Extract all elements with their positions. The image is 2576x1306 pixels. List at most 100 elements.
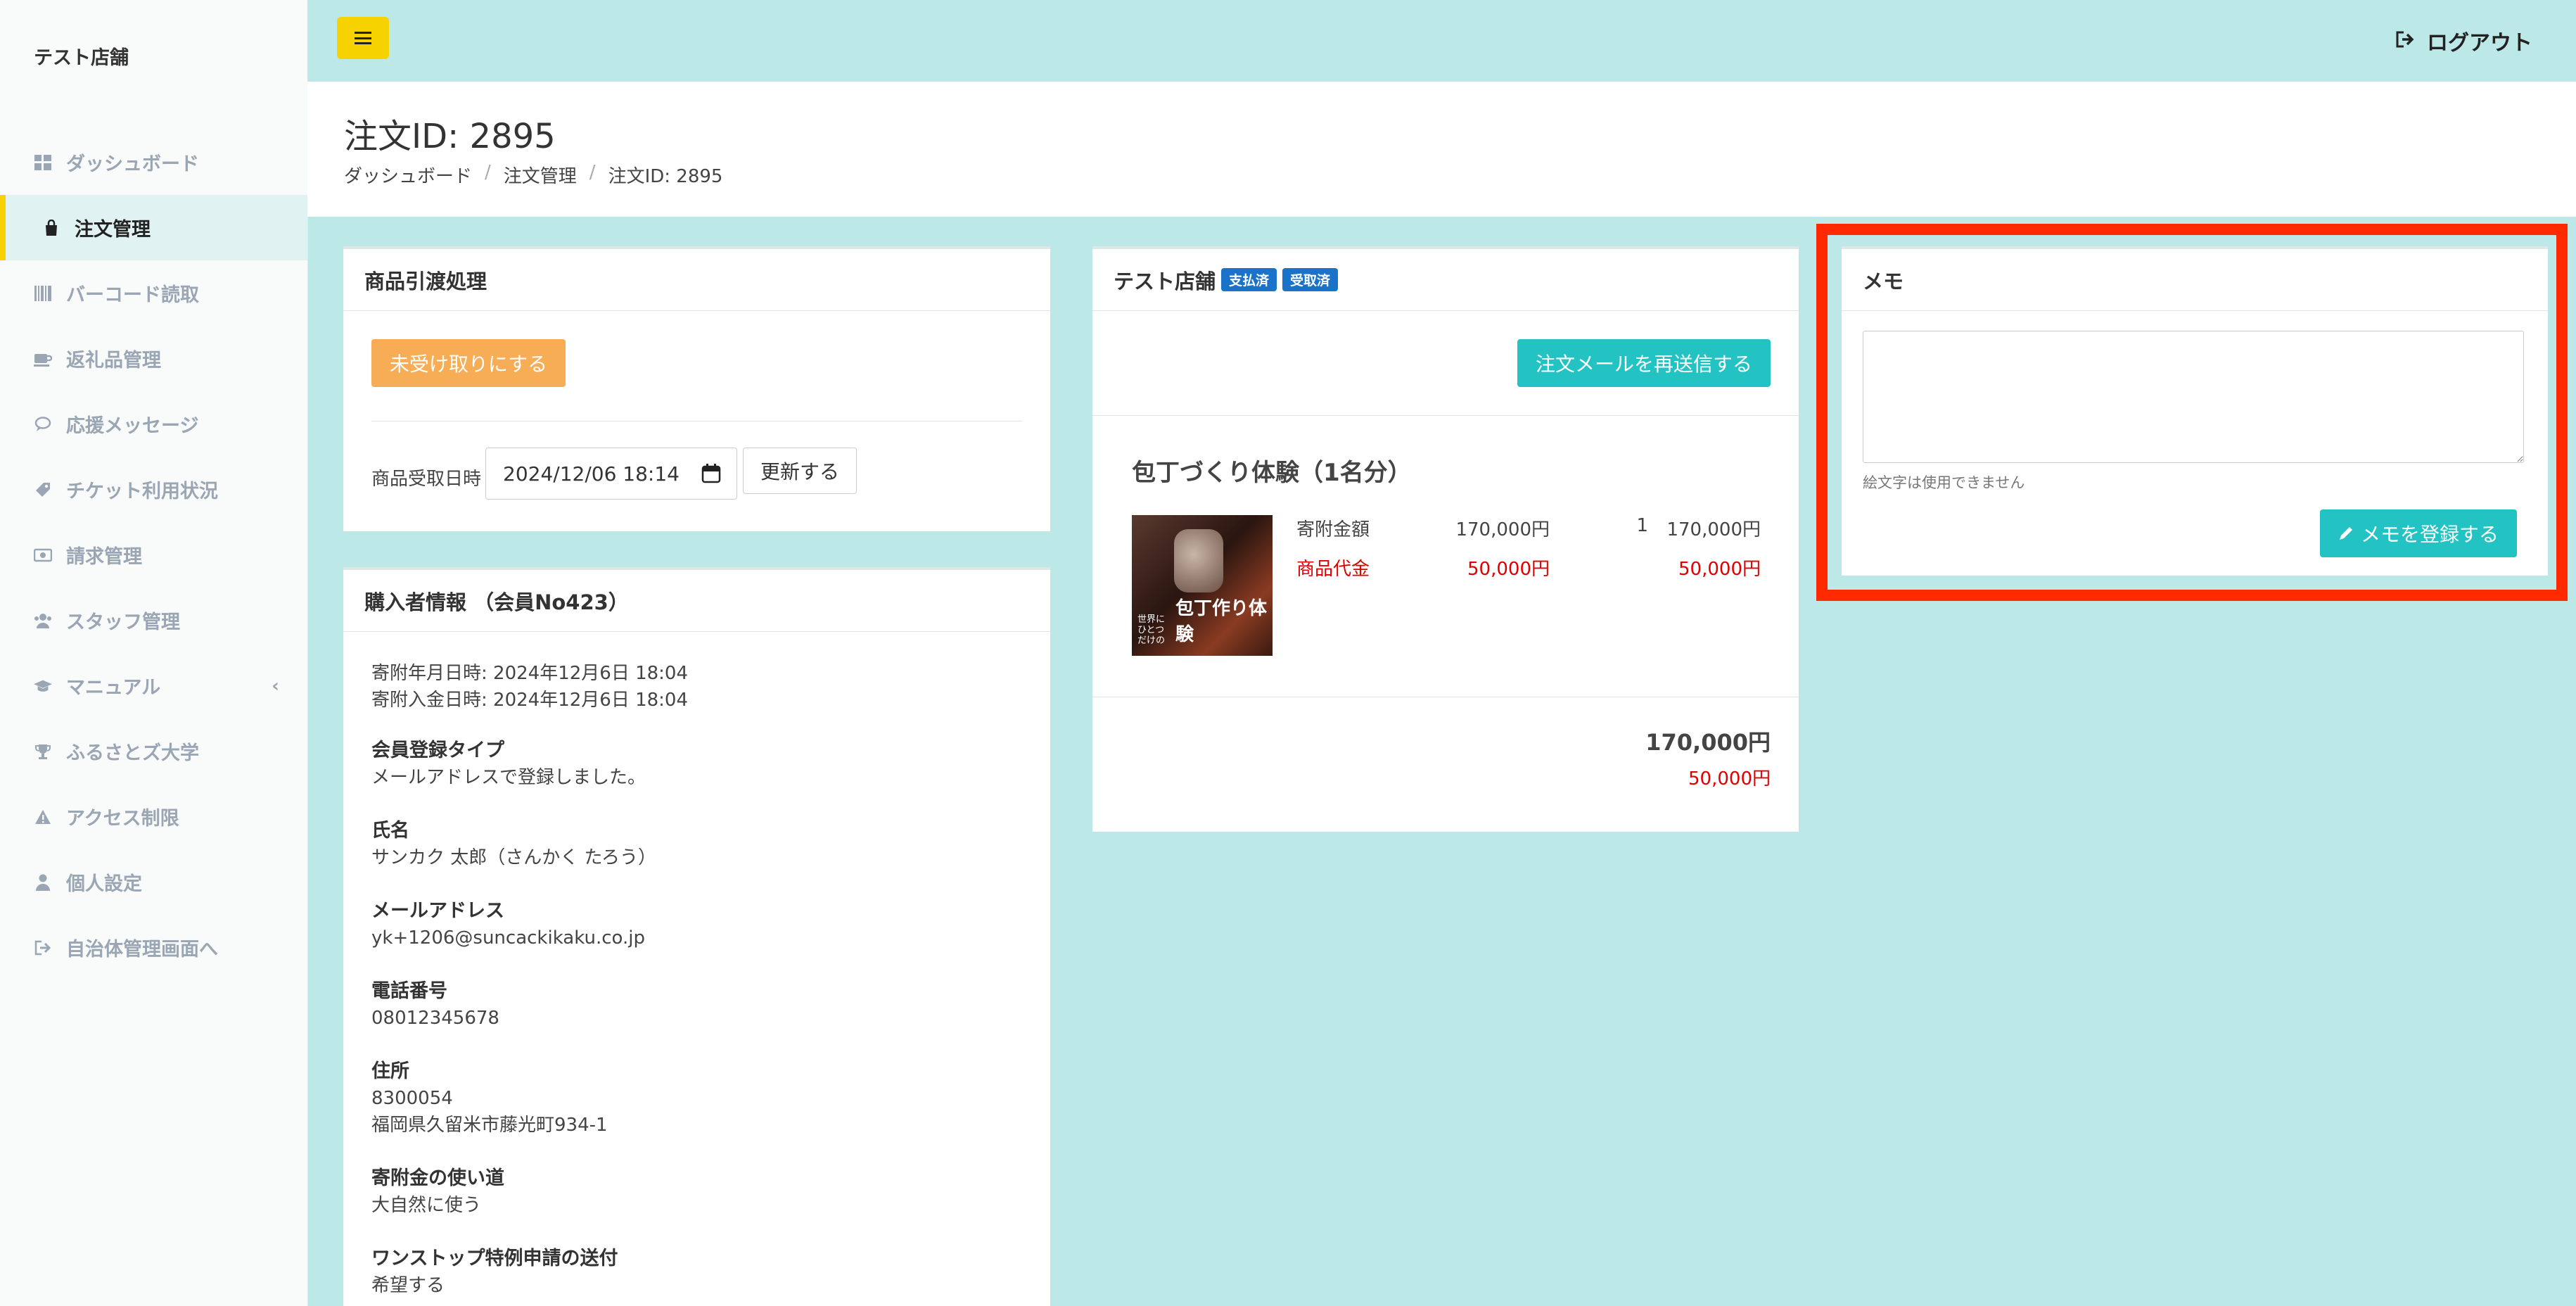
sidebar: テスト店舗 ダッシュボード 注文管理 バーコード読取 返礼品管理 応援メッセージ…: [0, 0, 308, 1306]
calendar-icon[interactable]: [701, 464, 721, 488]
sidebar-item-university[interactable]: ふるさとズ大学: [0, 718, 307, 784]
sign-out-icon: [2396, 29, 2414, 53]
sidebar-item-municipality[interactable]: 自治体管理画面へ: [0, 915, 307, 980]
sidebar-item-label: チケット利用状況: [66, 481, 218, 502]
member-type-value: メールアドレスで登録しました。: [371, 767, 646, 788]
phone-value: 08012345678: [371, 1008, 499, 1029]
buyer-info-body: 寄附年月日時: 2024年12月6日 18:04 寄附入金日時: 2024年12…: [371, 660, 688, 1299]
resend-order-mail-button[interactable]: 注文メールを再送信する: [1517, 339, 1771, 387]
page-header: 注文ID: 2895 ダッシュボード / 注文管理 / 注文ID: 2895: [307, 82, 2576, 217]
highlight-box: [1816, 224, 2568, 601]
received-badge: 受取済: [1282, 268, 1339, 291]
thumb-caption-large: 包丁作り体験: [1175, 598, 1268, 645]
sidebar-menu: ダッシュボード 注文管理 バーコード読取 返礼品管理 応援メッセージ チケット利…: [0, 129, 307, 980]
payment-datetime: 寄附入金日時: 2024年12月6日 18:04: [371, 690, 689, 711]
sidebar-item-label: 自治体管理画面へ: [66, 939, 218, 961]
store-name: テスト店舗: [1114, 269, 1216, 293]
brand-name: テスト店舗: [34, 47, 129, 69]
received-datetime-input[interactable]: 2024/12/06 18:14: [485, 448, 737, 500]
user-icon: [34, 873, 52, 892]
received-datetime-label: 商品受取日時: [371, 469, 482, 490]
comment-icon: [34, 415, 52, 433]
logout-button[interactable]: ログアウト: [2396, 25, 2532, 56]
price-row: 商品代金 50,000円 50,000円: [1296, 554, 1761, 594]
price-row: 寄附金額 170,000円 1 170,000円: [1296, 515, 1761, 554]
phone-label: 電話番号: [371, 980, 447, 1002]
breadcrumb-separator: /: [589, 162, 596, 183]
donation-usage-label: 寄附金の使い道: [371, 1167, 504, 1189]
sidebar-item-messages[interactable]: 応援メッセージ: [0, 391, 307, 457]
sidebar-item-label: アクセス制限: [66, 808, 179, 830]
hamburger-icon: [355, 32, 371, 44]
price-row-unit: 170,000円: [1455, 519, 1550, 540]
update-button[interactable]: 更新する: [743, 448, 857, 494]
sidebar-item-tickets[interactable]: チケット利用状況: [0, 457, 307, 522]
menu-toggle-button[interactable]: [337, 17, 389, 59]
chevron-left-icon: ‹: [272, 675, 279, 697]
name-label: 氏名: [371, 820, 409, 842]
top-bar: ログアウト: [307, 0, 2576, 82]
sum-total: 170,000円: [1645, 729, 1771, 756]
sidebar-item-label: 注文管理: [75, 219, 151, 241]
sidebar-item-label: 応援メッセージ: [66, 415, 199, 437]
address-value: 福岡県久留米市藤光町934-1: [371, 1115, 608, 1136]
breadcrumb-item-dashboard[interactable]: ダッシュボード: [344, 162, 472, 188]
address-label: 住所: [371, 1060, 409, 1082]
dashboard-icon: [34, 153, 52, 172]
donation-usage-value: 大自然に使う: [371, 1195, 482, 1216]
logout-label: ログアウト: [2427, 31, 2532, 56]
sum-product: 50,000円: [1688, 768, 1771, 790]
delivery-panel: 商品引渡処理 未受け取りにする 商品受取日時 2024/12/06 18:14 …: [343, 246, 1050, 531]
email-value: yk+1206@suncackikaku.co.jp: [371, 927, 645, 949]
paid-badge: 支払済: [1221, 268, 1277, 291]
sidebar-item-label: ふるさとズ大学: [66, 742, 199, 764]
one-stop-label: ワンストップ特例申請の送付: [371, 1248, 618, 1269]
graduation-cap-icon: [34, 677, 52, 695]
sidebar-item-orders[interactable]: 注文管理: [0, 195, 307, 260]
trophy-icon: [34, 742, 52, 761]
sidebar-item-label: マニュアル: [66, 677, 161, 699]
price-row-total: 50,000円: [1678, 559, 1761, 580]
mark-unreceived-button[interactable]: 未受け取りにする: [371, 339, 566, 387]
sidebar-item-staff[interactable]: スタッフ管理: [0, 588, 307, 653]
sidebar-item-label: 個人設定: [66, 873, 142, 895]
sidebar-item-label: 返礼品管理: [66, 350, 161, 372]
one-stop-value: 希望する: [371, 1275, 445, 1296]
barcode-icon: [34, 284, 52, 303]
sidebar-item-label: 請求管理: [66, 546, 142, 568]
breadcrumb: ダッシュボード / 注文管理 / 注文ID: 2895: [344, 162, 722, 188]
price-row-total: 170,000円: [1666, 519, 1761, 540]
gift-icon: [34, 350, 52, 368]
price-row-label: 寄附金額: [1296, 519, 1370, 540]
sidebar-item-dashboard[interactable]: ダッシュボード: [0, 129, 307, 195]
product-name: 包丁づくり体験（1名分）: [1132, 459, 1412, 487]
product-photo-subject: [1174, 529, 1223, 592]
product-thumbnail: 世界に ひとつだけの 包丁作り体験: [1132, 515, 1273, 656]
sidebar-item-label: ダッシュボード: [66, 153, 199, 175]
breadcrumb-item-orders[interactable]: 注文管理: [504, 162, 577, 188]
sidebar-item-personal[interactable]: 個人設定: [0, 849, 307, 915]
sidebar-item-gifts[interactable]: 返礼品管理: [0, 326, 307, 391]
member-type-label: 会員登録タイプ: [371, 740, 504, 761]
sidebar-item-barcode[interactable]: バーコード読取: [0, 260, 307, 326]
sidebar-item-label: バーコード読取: [66, 284, 199, 306]
ticket-icon: [34, 481, 52, 499]
name-value: サンカク 太郎（さんかく たろう）: [371, 847, 656, 868]
email-label: メールアドレス: [371, 900, 504, 922]
price-row-qty: 1: [1636, 515, 1648, 536]
buyer-info-title: 購入者情報 （会員No423）: [343, 570, 1050, 632]
sign-out-icon: [34, 939, 52, 957]
breadcrumb-item-current: 注文ID: 2895: [608, 166, 723, 187]
sidebar-item-billing[interactable]: 請求管理: [0, 522, 307, 588]
page-title: 注文ID: 2895: [344, 117, 556, 156]
order-panel-header: テスト店舗 支払済 受取済: [1092, 249, 1799, 311]
donation-datetime: 寄附年月日時: 2024年12月6日 18:04: [371, 663, 689, 684]
sidebar-item-access[interactable]: アクセス制限: [0, 784, 307, 849]
shopping-bag-icon: [42, 219, 60, 237]
delivery-panel-title: 商品引渡処理: [343, 249, 1050, 311]
sidebar-item-manual[interactable]: マニュアル ‹: [0, 653, 307, 718]
sidebar-item-label: スタッフ管理: [66, 611, 180, 633]
breadcrumb-separator: /: [485, 162, 491, 183]
thumb-caption-small: 世界に ひとつだけの: [1137, 614, 1166, 646]
money-icon: [34, 546, 52, 564]
